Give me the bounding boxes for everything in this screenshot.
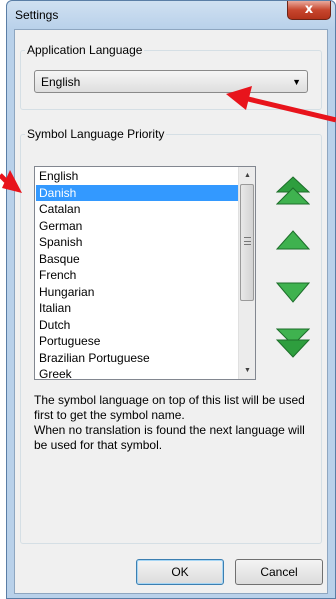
move-down-button[interactable] xyxy=(275,275,311,311)
scroll-down-icon[interactable]: ▼ xyxy=(239,362,255,379)
scroll-up-icon[interactable]: ▲ xyxy=(239,167,255,184)
grip-icon xyxy=(244,237,251,245)
list-item[interactable]: English xyxy=(36,168,238,185)
list-item[interactable]: Italian xyxy=(36,300,238,317)
list-item[interactable]: Brazilian Portuguese xyxy=(36,350,238,367)
list-scrollbar[interactable]: ▲ ▼ xyxy=(238,167,255,379)
description-line-1: The symbol language on top of this list … xyxy=(34,393,305,422)
up-arrow-icon xyxy=(275,230,311,250)
list-item[interactable]: Basque xyxy=(36,251,238,268)
double-down-arrow-icon xyxy=(275,328,311,358)
close-button[interactable]: x xyxy=(287,1,331,20)
settings-window: Settings x Application Language English … xyxy=(6,0,336,599)
list-item[interactable]: French xyxy=(36,267,238,284)
list-item[interactable]: Portuguese xyxy=(36,333,238,350)
symbol-language-priority-group: Symbol Language Priority English Danish Ca… xyxy=(20,127,322,544)
cancel-button[interactable]: Cancel xyxy=(235,559,323,585)
window-title: Settings xyxy=(15,8,59,22)
application-language-group: Application Language English ▼ xyxy=(20,43,322,110)
application-language-dropdown[interactable]: English ▼ xyxy=(34,70,308,93)
title-bar[interactable]: Settings x xyxy=(7,1,335,29)
list-item[interactable]: Danish xyxy=(36,184,238,201)
move-to-top-button[interactable] xyxy=(275,174,311,210)
description-line-2: When no translation is found the next la… xyxy=(34,423,305,452)
move-up-button[interactable] xyxy=(275,225,311,261)
move-to-bottom-button[interactable] xyxy=(275,325,311,361)
symbol-language-list[interactable]: English Danish Catalan German Spanish Basque F… xyxy=(34,166,256,380)
dialog-client-area: Application Language English ▼ Symbol La… xyxy=(14,29,328,594)
list-items-container: English Danish Catalan German Spanish Basque F… xyxy=(36,168,238,379)
list-item[interactable]: German xyxy=(36,218,238,235)
application-language-label: Application Language xyxy=(25,43,145,57)
down-arrow-icon xyxy=(275,282,311,303)
scrollbar-thumb[interactable] xyxy=(240,184,254,301)
list-item[interactable]: Spanish xyxy=(36,234,238,251)
symbol-language-priority-label: Symbol Language Priority xyxy=(25,127,167,141)
list-item[interactable]: Hungarian xyxy=(36,284,238,301)
chevron-down-icon: ▼ xyxy=(292,77,301,87)
list-item[interactable]: Dutch xyxy=(36,317,238,334)
list-item[interactable]: Catalan xyxy=(36,201,238,218)
double-up-arrow-icon xyxy=(275,176,311,205)
list-item[interactable]: Greek xyxy=(36,366,238,379)
priority-description: The symbol language on top of this list … xyxy=(34,393,320,453)
ok-button[interactable]: OK xyxy=(136,559,224,585)
application-language-value: English xyxy=(41,75,81,89)
